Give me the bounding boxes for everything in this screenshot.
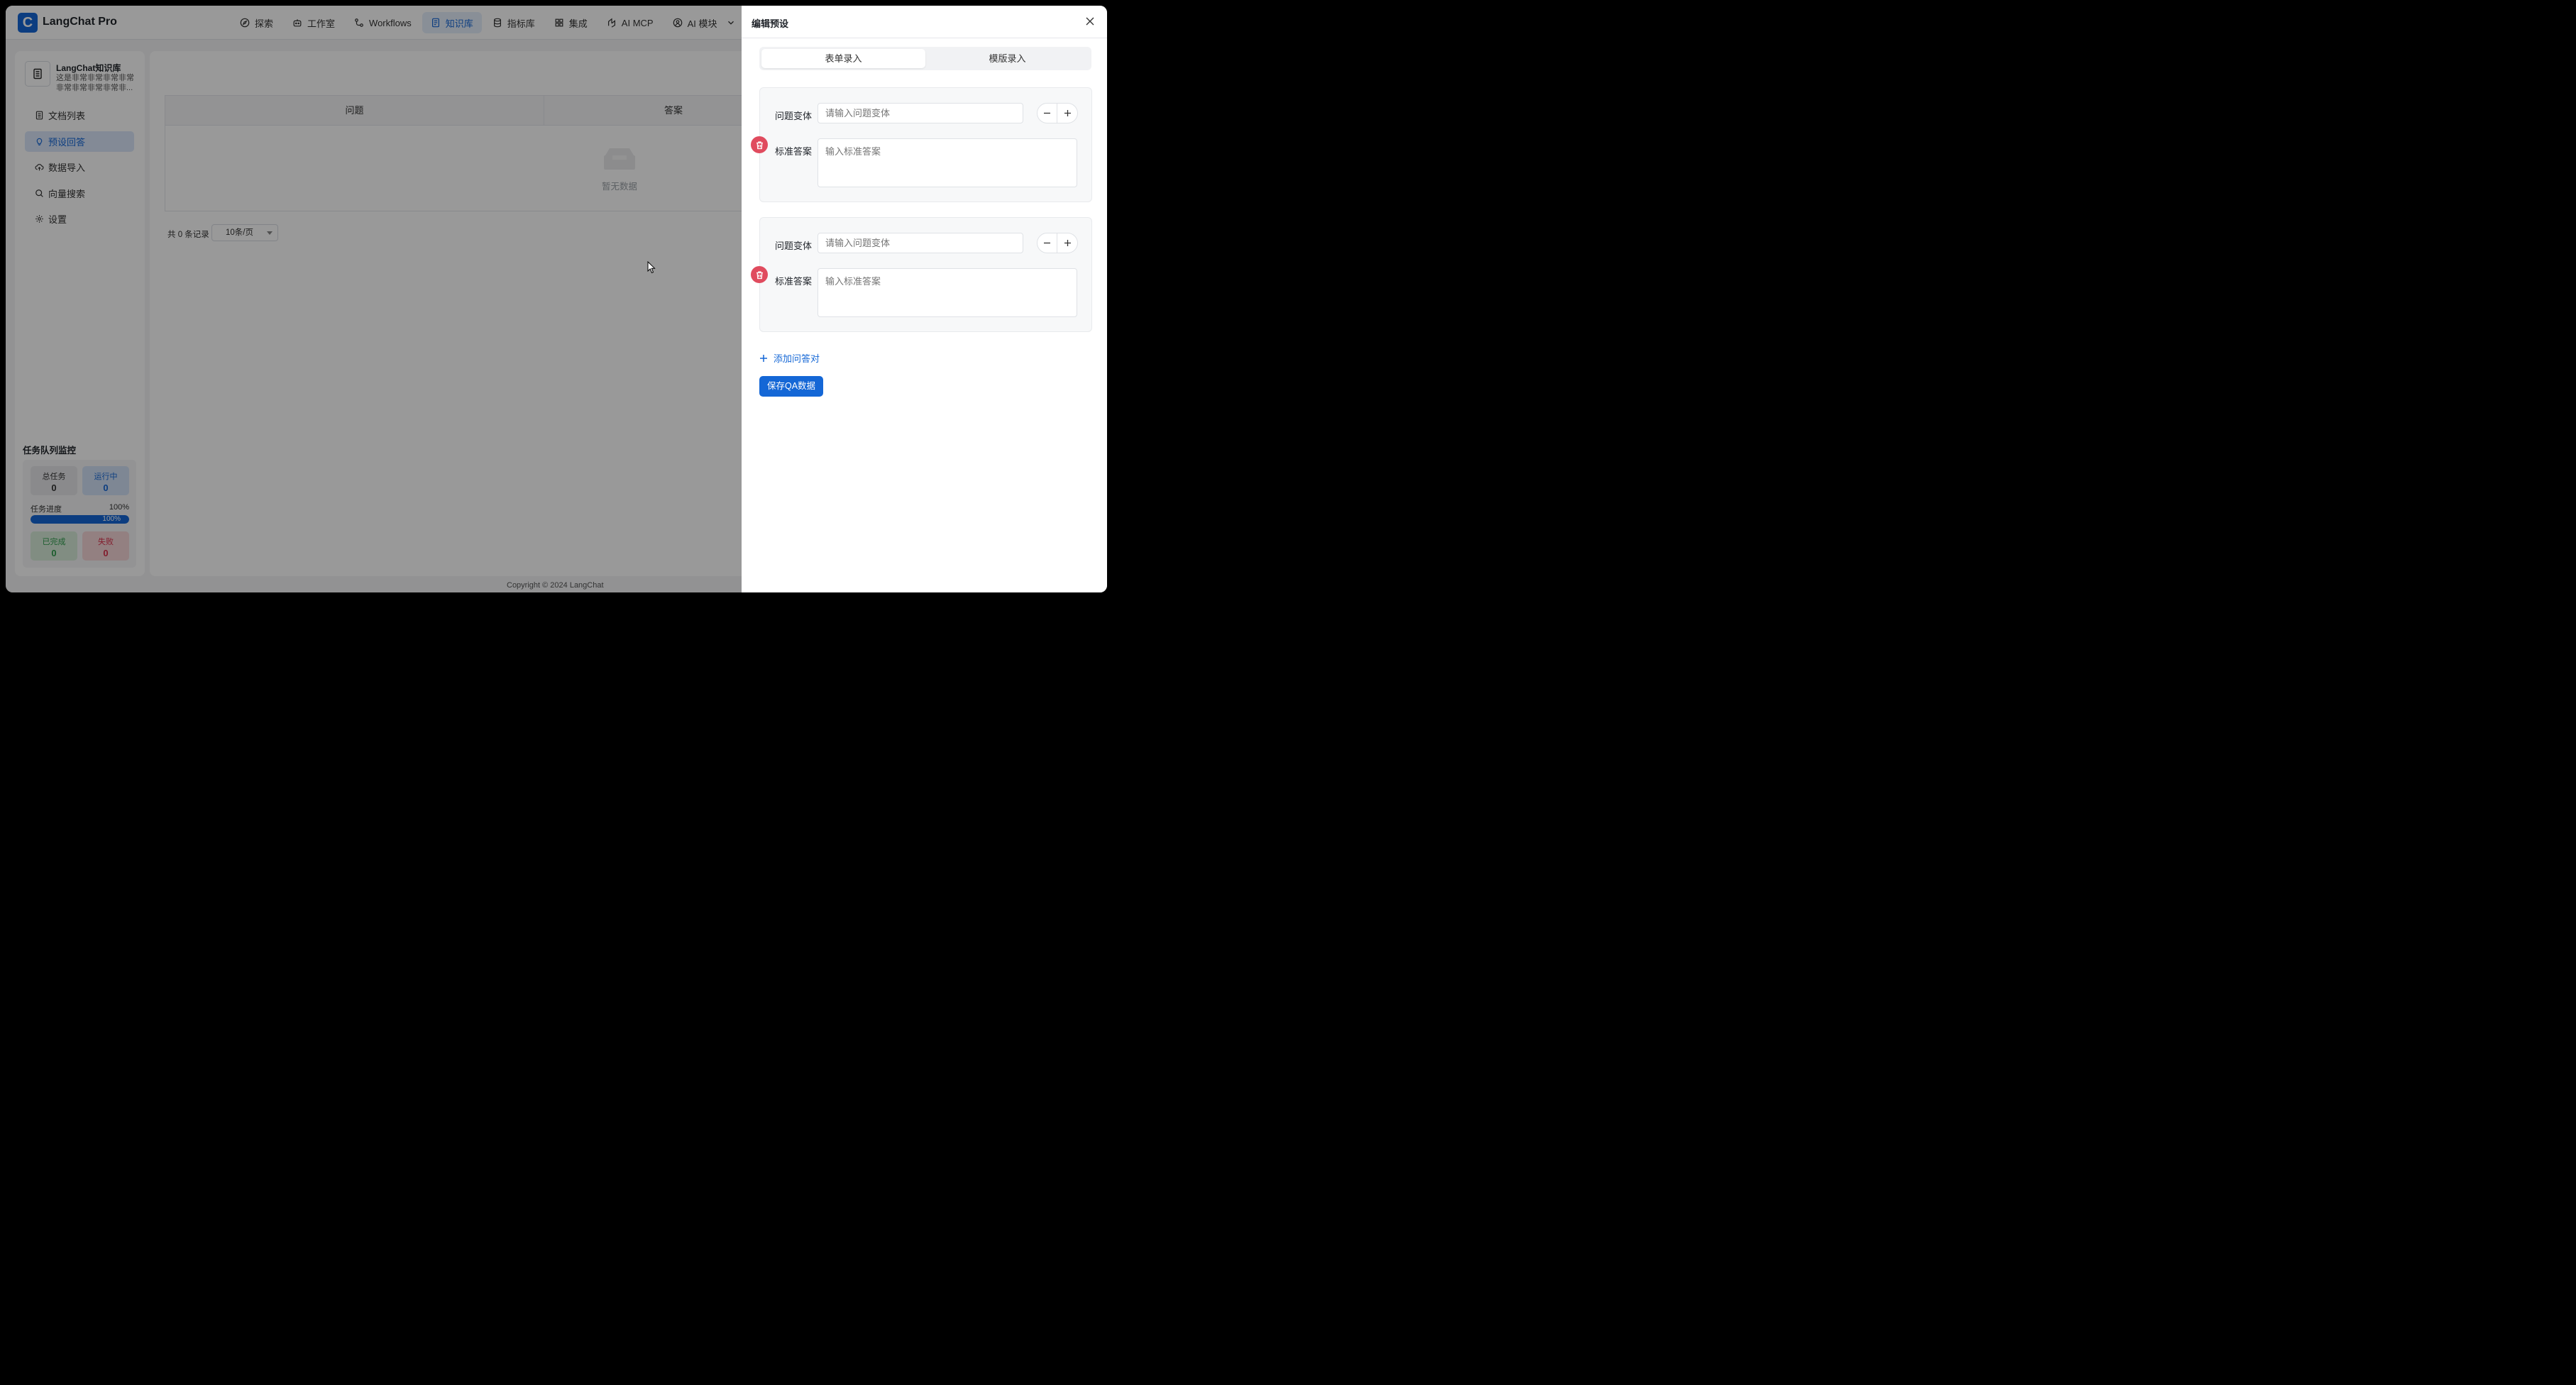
save-qa-button[interactable]: 保存QA数据 [759,376,823,397]
question-label: 问题变体 [775,241,813,251]
tab-form-entry[interactable]: 表单录入 [761,49,925,68]
add-variant-button[interactable] [1057,233,1078,253]
add-qa-pair-label: 添加问答对 [774,353,820,364]
mouse-cursor-icon [647,261,656,274]
answer-label: 标准答案 [775,276,813,287]
remove-variant-button[interactable] [1037,233,1057,253]
remove-variant-button[interactable] [1037,103,1057,123]
minus-icon [1044,242,1050,244]
entry-mode-tabs: 表单录入 模版录入 [759,47,1091,70]
standard-answer-textarea[interactable] [818,268,1077,317]
delete-pair-button[interactable] [751,136,768,153]
plus-icon [760,354,767,362]
add-variant-button[interactable] [1057,103,1078,123]
question-stepper [1037,233,1078,253]
trash-icon [756,270,763,279]
drawer-header: 编辑预设 [742,6,1107,38]
question-variant-input[interactable] [818,233,1023,253]
close-icon[interactable] [1086,17,1094,26]
plus-icon [1064,240,1071,246]
question-stepper [1037,103,1078,123]
minus-icon [1044,112,1050,114]
qa-pair-card: 问题变体 标准答案 [751,217,1092,332]
qa-pair-card: 问题变体 标准答案 [751,87,1092,202]
edit-preset-drawer: 编辑预设 表单录入 模版录入 问题变体 标准答案 [742,6,1107,592]
tab-template-entry[interactable]: 模版录入 [925,49,1089,68]
standard-answer-textarea[interactable] [818,138,1077,187]
question-label: 问题变体 [775,111,813,121]
trash-icon [756,140,763,149]
app-window: C LangChat Pro 探索 工作室 Workflows 知识库 指标库 [6,6,1107,592]
question-variant-input[interactable] [818,103,1023,123]
add-qa-pair-link[interactable]: 添加问答对 [759,351,820,365]
answer-label: 标准答案 [775,146,813,157]
delete-pair-button[interactable] [751,266,768,283]
drawer-title: 编辑预设 [752,18,789,29]
plus-icon [1064,110,1071,116]
